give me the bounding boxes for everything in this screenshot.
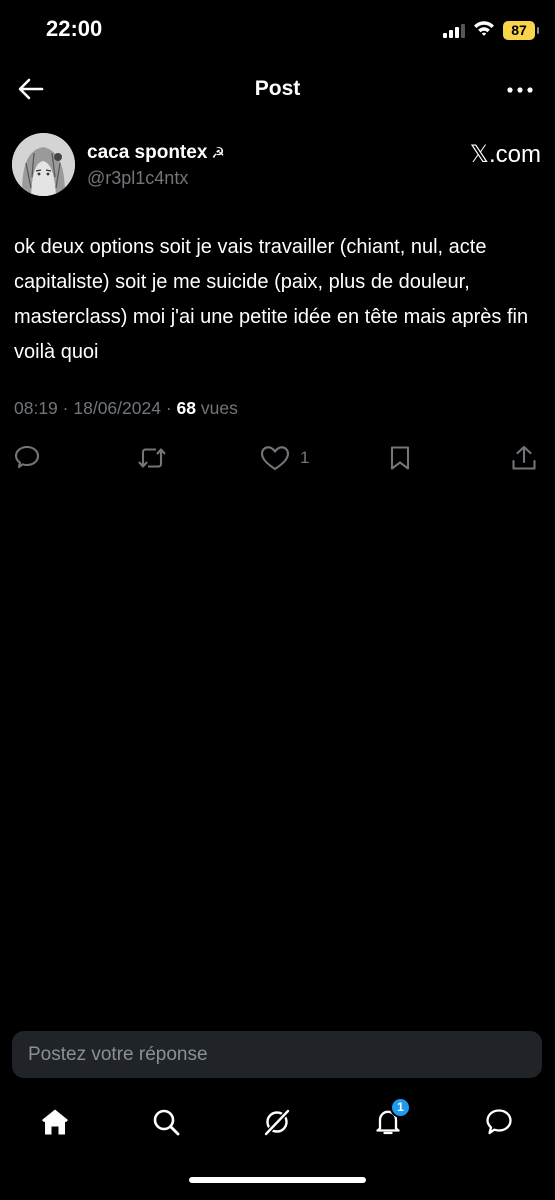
- post-author: caca spontex ☭ @r3pl1c4ntx 𝕏.com: [12, 131, 541, 201]
- author-handle[interactable]: @r3pl1c4ntx: [87, 168, 188, 189]
- hammer-sickle-icon: ☭: [211, 145, 225, 162]
- post-actions: 1: [0, 440, 555, 476]
- avatar[interactable]: [12, 133, 75, 196]
- author-name-text: caca spontex: [87, 142, 208, 163]
- battery-indicator: 87: [503, 21, 539, 40]
- grok-icon: [264, 1109, 290, 1136]
- search-icon: [153, 1109, 180, 1136]
- bookmark-icon: [390, 446, 410, 470]
- cellular-signal-icon: [443, 23, 465, 38]
- share-icon: [512, 445, 536, 470]
- screen: 22:00 87 Post caca spontex ☭ @r3pl1c4ntx…: [0, 0, 555, 1200]
- author-name[interactable]: caca spontex ☭: [87, 142, 225, 164]
- page-title: Post: [254, 77, 301, 100]
- comment-icon: [14, 445, 40, 469]
- more-options-button[interactable]: [503, 76, 537, 104]
- like-button[interactable]: 1: [260, 440, 309, 476]
- share-button[interactable]: [510, 440, 538, 476]
- nav-grok[interactable]: [257, 1102, 297, 1142]
- status-bar: 22:00 87: [0, 0, 555, 62]
- message-icon: [486, 1109, 512, 1135]
- status-time: 22:00: [46, 16, 103, 41]
- nav-home[interactable]: [35, 1102, 75, 1142]
- like-count: 1: [300, 448, 310, 467]
- header: Post: [0, 62, 555, 116]
- views-label: vues: [200, 398, 238, 418]
- meta-separator: ·: [165, 398, 172, 418]
- status-indicators: 87: [443, 20, 539, 41]
- post-date: 18/06/2024: [73, 398, 161, 418]
- meta-separator: ·: [62, 398, 69, 418]
- post-text: ok deux options soit je vais travailler …: [14, 236, 529, 363]
- bottom-nav: 1: [0, 1096, 555, 1150]
- nav-notifications[interactable]: 1: [368, 1097, 411, 1142]
- wifi-icon: [473, 20, 495, 41]
- repost-icon: [138, 448, 166, 468]
- site-label: 𝕏.com: [469, 141, 541, 168]
- bookmark-button[interactable]: [387, 440, 413, 476]
- repost-button[interactable]: [136, 440, 168, 476]
- reply-button[interactable]: [13, 440, 41, 476]
- views-count: 68: [176, 398, 197, 418]
- home-indicator: [189, 1177, 366, 1183]
- heart-icon: [260, 446, 290, 471]
- notification-badge: 1: [390, 1097, 411, 1118]
- nav-messages[interactable]: [479, 1102, 519, 1142]
- reply-input[interactable]: [12, 1031, 542, 1078]
- nav-search[interactable]: [146, 1102, 186, 1142]
- home-icon: [42, 1109, 68, 1135]
- more-horizontal-icon: [507, 87, 533, 93]
- reply-box: [12, 1031, 542, 1078]
- post-meta: 08:19 · 18/06/2024 · 68 vues: [14, 398, 238, 419]
- post-time: 08:19: [14, 398, 58, 418]
